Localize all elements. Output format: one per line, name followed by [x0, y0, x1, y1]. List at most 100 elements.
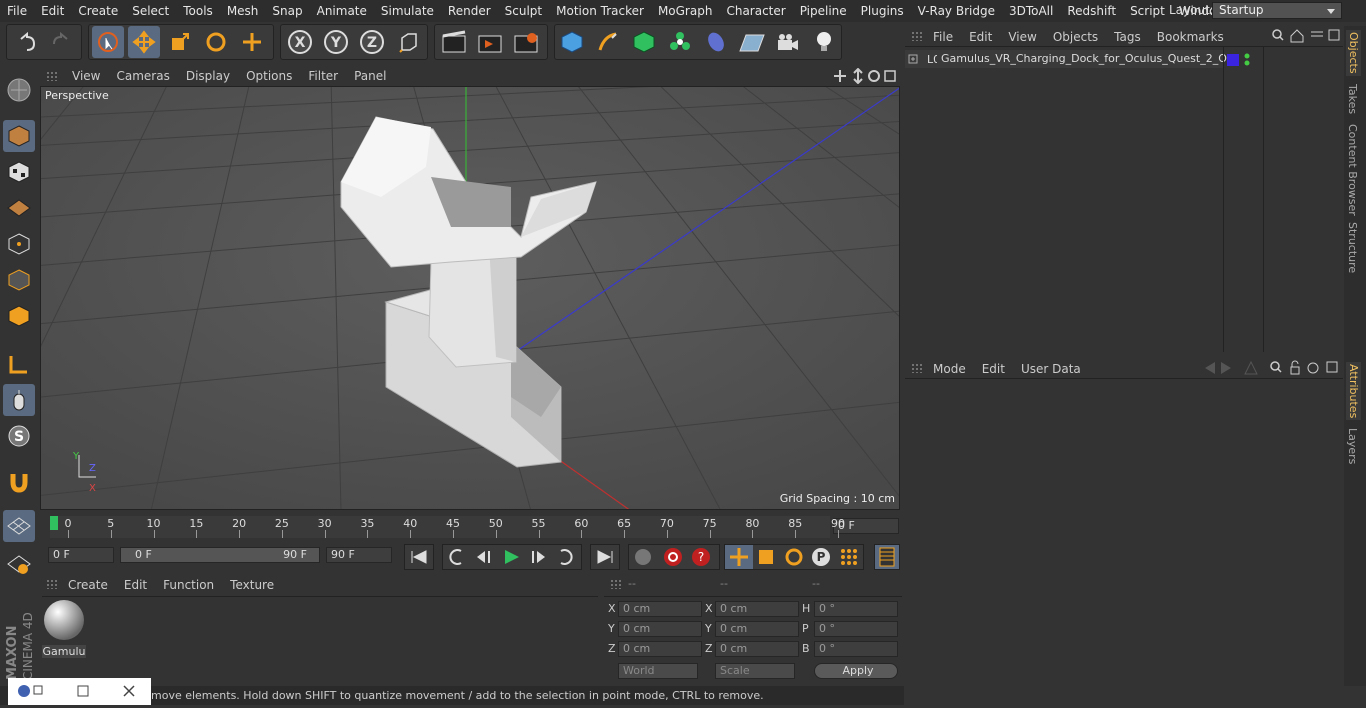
objects-menu-objects[interactable]: Objects — [1045, 29, 1106, 45]
size-z-field[interactable]: 0 cm — [715, 641, 799, 657]
menu-mograph[interactable]: MoGraph — [651, 0, 720, 22]
objects-menu-bookmarks[interactable]: Bookmarks — [1149, 29, 1232, 45]
material-menu-edit[interactable]: Edit — [116, 577, 155, 593]
end-frame-field[interactable]: 90 F — [326, 547, 392, 563]
transform-tool-icon[interactable] — [236, 26, 268, 58]
edges-mode-icon[interactable] — [3, 264, 35, 296]
position-x-field[interactable]: 0 cm — [618, 601, 702, 617]
position-y-field[interactable]: 0 cm — [618, 621, 702, 637]
render-picture-viewer-icon[interactable] — [474, 26, 506, 58]
menu-motion-tracker[interactable]: Motion Tracker — [549, 0, 651, 22]
layout-select[interactable]: Startup — [1212, 2, 1342, 19]
menu-edit[interactable]: Edit — [34, 0, 71, 22]
viewport-menu-display[interactable]: Display — [178, 69, 238, 83]
redo-icon[interactable] — [46, 26, 78, 58]
timeline[interactable]: 0 F 0 5 10 15 20 25 30 35 40 45 50 55 60 65 70 75 80 85 90 — [40, 512, 902, 544]
scale-select[interactable]: Scale — [715, 663, 795, 679]
workplane-lock-icon[interactable] — [3, 548, 35, 580]
menu-animate[interactable]: Animate — [310, 0, 374, 22]
rotation-h-field[interactable]: 0 ° — [814, 601, 898, 617]
y-axis-icon[interactable]: Y — [320, 26, 352, 58]
attributes-menu-user-data[interactable]: User Data — [1013, 361, 1089, 377]
menu-script[interactable]: Script — [1123, 0, 1172, 22]
model-mode-icon[interactable] — [3, 120, 35, 152]
tab-structure[interactable]: Structure — [1346, 222, 1359, 273]
attributes-menu-mode[interactable]: Mode — [925, 361, 974, 377]
scale-tool-icon[interactable] — [164, 26, 196, 58]
deformer-icon[interactable] — [700, 26, 732, 58]
z-axis-icon[interactable]: Z — [356, 26, 388, 58]
objects-menu-tags[interactable]: Tags — [1106, 29, 1149, 45]
attributes-menu-edit[interactable]: Edit — [974, 361, 1013, 377]
menu-pipeline[interactable]: Pipeline — [793, 0, 854, 22]
timeline-window-icon[interactable] — [874, 544, 900, 570]
start-frame-field[interactable]: 0 F — [48, 547, 114, 563]
rotation-p-field[interactable]: 0 ° — [814, 621, 898, 637]
layer-color-swatch[interactable] — [1227, 54, 1239, 66]
minimized-window-bar[interactable] — [8, 678, 151, 705]
material-menu-function[interactable]: Function — [155, 577, 222, 593]
size-x-field[interactable]: 0 cm — [715, 601, 799, 617]
viewport-menu-view[interactable]: View — [64, 69, 108, 83]
render-settings-icon[interactable] — [510, 26, 542, 58]
record-icons[interactable]: ? — [629, 545, 721, 569]
light-icon[interactable] — [808, 26, 840, 58]
viewport-menu-cameras[interactable]: Cameras — [108, 69, 177, 83]
size-y-field[interactable]: 0 cm — [715, 621, 799, 637]
menu-tools[interactable]: Tools — [176, 0, 220, 22]
perspective-viewport[interactable]: Y Z X Perspective Grid Spacing : 10 cm — [40, 86, 900, 510]
viewport-menu-panel[interactable]: Panel — [346, 69, 394, 83]
pen-spline-icon[interactable] — [592, 26, 624, 58]
points-mode-icon[interactable] — [3, 228, 35, 260]
snap-icon[interactable]: S — [3, 420, 35, 452]
texture-mode-icon[interactable] — [3, 156, 35, 188]
frame-range-slider[interactable]: 0 F 90 F — [120, 547, 320, 563]
menu-select[interactable]: Select — [125, 0, 176, 22]
goto-end-icon[interactable] — [590, 544, 620, 570]
subdivision-surface-icon[interactable] — [628, 26, 660, 58]
coordinate-system-icon[interactable] — [392, 26, 424, 58]
tweak-mode-icon[interactable] — [3, 384, 35, 416]
rotation-b-field[interactable]: 0 ° — [814, 641, 898, 657]
menu-simulate[interactable]: Simulate — [374, 0, 441, 22]
material-menu-texture[interactable]: Texture — [222, 577, 282, 593]
transport-icons[interactable] — [443, 545, 583, 569]
objects-menu-edit[interactable]: Edit — [961, 29, 1000, 45]
rotate-tool-icon[interactable] — [200, 26, 232, 58]
cloner-icon[interactable] — [664, 26, 696, 58]
position-z-field[interactable]: 0 cm — [618, 641, 702, 657]
goto-start-icon[interactable] — [404, 544, 434, 570]
cube-icon[interactable] — [556, 26, 588, 58]
viewport-menu-filter[interactable]: Filter — [300, 69, 346, 83]
menu-plugins[interactable]: Plugins — [854, 0, 911, 22]
objects-menu-file[interactable]: File — [925, 29, 961, 45]
objects-menu-view[interactable]: View — [1000, 29, 1044, 45]
menu-3dtoall[interactable]: 3DToAll — [1002, 0, 1060, 22]
apply-button[interactable]: Apply — [814, 663, 898, 679]
tab-takes[interactable]: Takes — [1346, 84, 1359, 114]
tab-objects[interactable]: Objects — [1346, 30, 1361, 76]
viewport-menu-options[interactable]: Options — [238, 69, 300, 83]
floor-icon[interactable] — [736, 26, 768, 58]
menu-render[interactable]: Render — [441, 0, 498, 22]
menu-file[interactable]: File — [0, 0, 34, 22]
key-filter-icons[interactable]: P — [725, 545, 865, 569]
camera-icon[interactable] — [772, 26, 804, 58]
menu-mesh[interactable]: Mesh — [220, 0, 266, 22]
visibility-dots[interactable] — [1243, 52, 1251, 68]
menu-snap[interactable]: Snap — [265, 0, 309, 22]
undo-icon[interactable] — [10, 26, 42, 58]
object-row[interactable]: L0 Gamulus_VR_Charging_Dock_for_Oculus_Q… — [905, 50, 1234, 68]
axis-mode-icon[interactable] — [3, 348, 35, 380]
material-thumbnail[interactable]: Gamulu — [42, 598, 86, 658]
grid-lock-icon[interactable] — [3, 510, 35, 542]
menu-v-ray-bridge[interactable]: V-Ray Bridge — [911, 0, 1002, 22]
menu-redshift[interactable]: Redshift — [1060, 0, 1123, 22]
tab-content-browser[interactable]: Content Browser — [1346, 124, 1359, 216]
menu-character[interactable]: Character — [719, 0, 792, 22]
tab-layers[interactable]: Layers — [1346, 428, 1359, 464]
material-menu-create[interactable]: Create — [60, 577, 116, 593]
make-editable-icon[interactable] — [3, 74, 35, 106]
world-select[interactable]: World — [618, 663, 698, 679]
magnet-icon[interactable] — [3, 466, 35, 498]
